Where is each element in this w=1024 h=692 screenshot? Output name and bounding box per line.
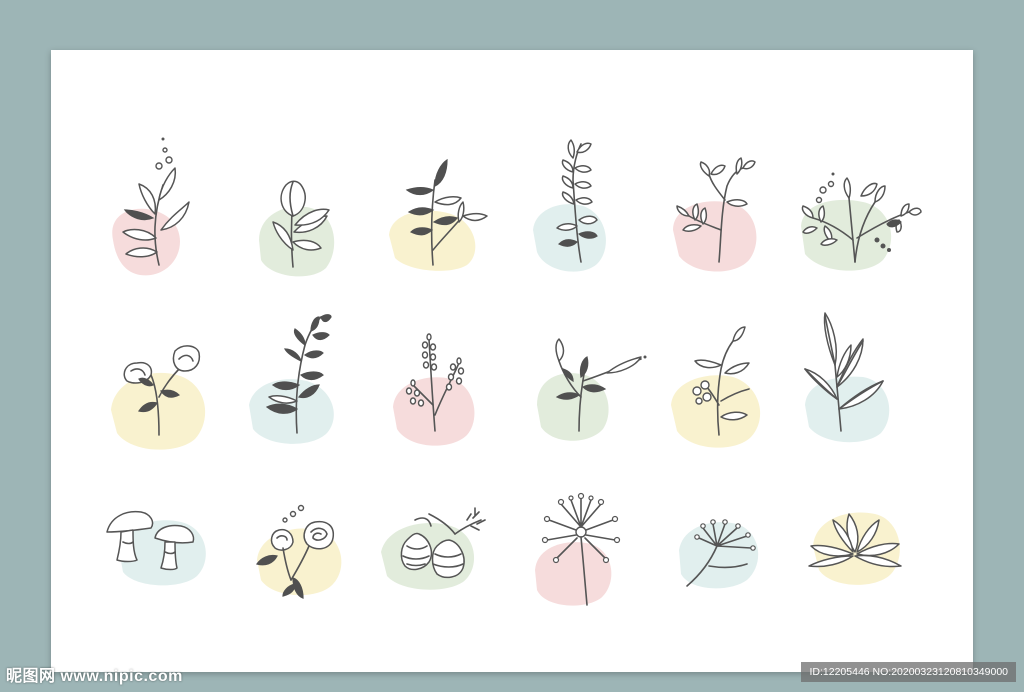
dandelion-icon (511, 480, 651, 640)
mushrooms-icon (91, 480, 231, 640)
hop-cones-icon (371, 480, 511, 640)
berry-sprig-icon (651, 305, 791, 465)
umbel-flower-icon (651, 480, 791, 640)
image-id-watermark: ID:12205446 NO:20200323120810349000 (801, 662, 1016, 682)
tulip-bud-icon (231, 130, 371, 290)
roses-icon (231, 480, 371, 640)
small-leaf-twig-icon (651, 130, 791, 290)
willow-sprig-icon (511, 305, 651, 465)
dark-leaf-branch-icon (231, 305, 371, 465)
long-leaf-plant-icon (791, 305, 931, 465)
lotus-icon (791, 480, 931, 640)
leaf-sprig-with-dots-icon (91, 130, 231, 290)
herb-bouquet-icon (791, 130, 931, 290)
vine-sprig-icon (511, 130, 651, 290)
lavender-sprig-icon (371, 305, 511, 465)
rose-buds-icon (91, 305, 231, 465)
site-watermark: 昵图网 www.nipic.com (6, 668, 183, 685)
illustration-card (51, 50, 973, 672)
olive-branch-icon (371, 130, 511, 290)
